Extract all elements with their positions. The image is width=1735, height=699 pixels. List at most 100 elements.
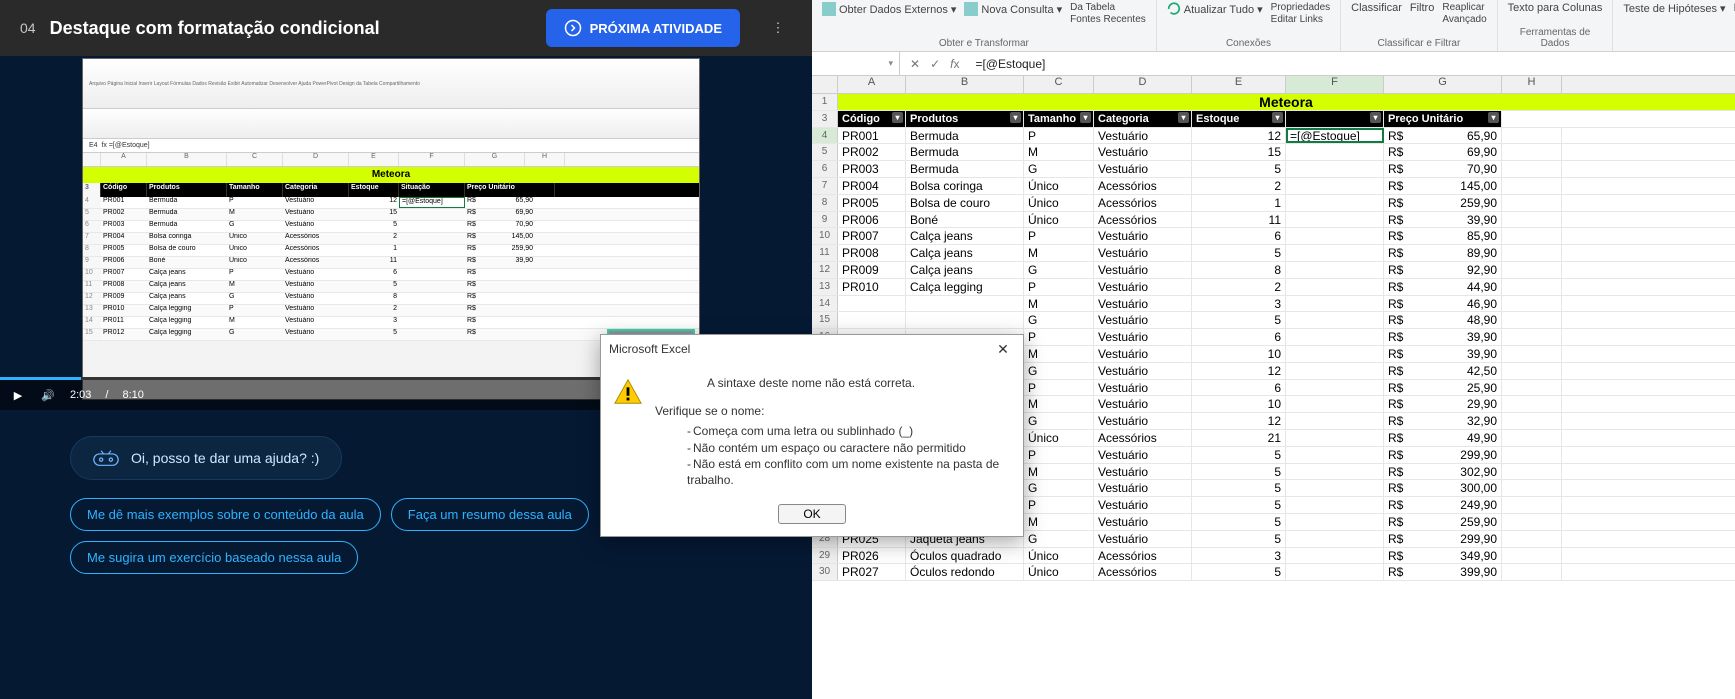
editing-cell[interactable]: =[@Estoque]: [1286, 128, 1384, 144]
th-tamanho[interactable]: Tamanho: [1024, 111, 1094, 127]
more-options-button[interactable]: ⋮: [764, 14, 792, 42]
name-box[interactable]: [812, 52, 900, 75]
title-row: 1 Meteora: [812, 94, 1735, 111]
suggestion-chips: Me dê mais exemplos sobre o conteúdo da …: [70, 498, 670, 574]
table-row: 11PR008Calça jeansMVestuário5R$89,90: [812, 245, 1735, 262]
thumb-formula-bar: E4 fx =[@Estoque]: [83, 139, 699, 153]
btn-reaplicar[interactable]: Reaplicar: [1442, 2, 1486, 13]
time-sep: /: [105, 389, 108, 401]
table-row: 12PR009Calça jeansGVestuário8R$92,90: [812, 262, 1735, 279]
fx-icon[interactable]: fx: [950, 57, 959, 71]
next-activity-button[interactable]: PRÓXIMA ATIVIDADE: [546, 9, 740, 47]
btn-classificar[interactable]: Classificar: [1351, 2, 1402, 14]
table-row: 8PR005Bolsa de couroÚnicoAcessórios1R$25…: [812, 195, 1735, 212]
thumb-thead: 3 Código Produtos Tamanho Categoria Esto…: [83, 183, 699, 197]
dialog-close-button[interactable]: ✕: [991, 341, 1015, 358]
btn-teste-hipoteses[interactable]: Teste de Hipóteses ▾: [1623, 2, 1725, 15]
arrow-right-circle-icon: [564, 19, 582, 37]
btn-fontes-recentes[interactable]: Fontes Recentes: [1070, 14, 1146, 25]
th-codigo[interactable]: Código: [838, 111, 906, 127]
btn-nova-consulta[interactable]: Nova Consulta ▾: [964, 2, 1062, 16]
chip-exercise[interactable]: Me sugira um exercício baseado nessa aul…: [70, 541, 358, 574]
dialog-body: A sintaxe deste nome não está correta. V…: [601, 363, 1023, 498]
th-estoque[interactable]: Estoque: [1192, 111, 1286, 127]
chip-summary[interactable]: Faça um resumo dessa aula: [391, 498, 589, 531]
table-row: 9PR006BonéÚnicoAcessórios11R$39,90: [812, 212, 1735, 229]
thumb-title: Meteora: [83, 167, 699, 183]
dialog-ok-button[interactable]: OK: [778, 504, 845, 524]
btn-filtro[interactable]: Filtro: [1410, 2, 1434, 14]
col-E[interactable]: E: [1192, 76, 1286, 93]
ribbon-group-conexoes: Atualizar Tudo ▾ Propriedades Editar Lin…: [1157, 0, 1341, 51]
btn-avancado[interactable]: Avançado: [1442, 14, 1486, 25]
table-row: 15GVestuário5R$48,90: [812, 312, 1735, 329]
dialog-footer: OK: [601, 498, 1023, 536]
lesson-title: Destaque com formatação condicional: [50, 18, 380, 39]
ribbon-label: Obter e Transformar: [822, 38, 1146, 49]
chat-prompt[interactable]: Oi, posso te dar uma ajuda? :): [70, 436, 342, 480]
dialog-titlebar: Microsoft Excel ✕: [601, 335, 1023, 363]
dialog-title-text: Microsoft Excel: [609, 342, 690, 356]
ribbon-label: Conexões: [1167, 38, 1330, 49]
chip-examples[interactable]: Me dê mais exemplos sobre o conteúdo da …: [70, 498, 381, 531]
col-A[interactable]: A: [838, 76, 906, 93]
table-row: 30PR027Óculos redondoÚnicoAcessórios5R$3…: [812, 564, 1735, 581]
dialog-bullets: Começa com uma letra ou sublinhado (_) N…: [687, 423, 1007, 488]
chat-bot-icon: [93, 449, 119, 467]
fx-buttons: ✕ ✓ fx: [900, 57, 969, 71]
lesson-header: 04 Destaque com formatação condicional P…: [0, 0, 812, 56]
btn-obter-dados[interactable]: Obter Dados Externos ▾: [822, 2, 956, 16]
dialog-msg2: Verifique se o nome:: [655, 403, 1007, 419]
thumb-rows: 4PR001BermudaPVestuário12=[@Estoque]R$65…: [83, 197, 699, 341]
table-row: 5PR002BermudaMVestuário15R$69,90: [812, 144, 1735, 161]
table-title[interactable]: Meteora: [838, 94, 1735, 110]
ribbon-group-teste: Teste de Hipóteses ▾ Prev: [1613, 0, 1735, 51]
column-headers: A B C D E F G H: [812, 76, 1735, 94]
select-all-corner[interactable]: [812, 76, 838, 93]
th-produtos[interactable]: Produtos: [906, 111, 1024, 127]
btn-atualizar[interactable]: Atualizar Tudo ▾: [1167, 2, 1263, 16]
lesson-number: 04: [20, 20, 36, 36]
ribbon-group-classificar: Classificar Filtro Reaplicar Avançado Cl…: [1341, 0, 1497, 51]
col-B[interactable]: B: [906, 76, 1024, 93]
table-row: 6PR003BermudaGVestuário5R$70,90: [812, 161, 1735, 178]
ribbon-label: Classificar e Filtrar: [1351, 38, 1486, 49]
thumb-ribbon-icons: [83, 109, 699, 139]
formula-input[interactable]: =[@Estoque]: [969, 57, 1735, 71]
table-row: 7PR004Bolsa coringaÚnicoAcessórios2R$145…: [812, 178, 1735, 195]
col-G[interactable]: G: [1384, 76, 1502, 93]
btn-editar-links[interactable]: Editar Links: [1271, 14, 1330, 25]
excel-ribbon: Obter Dados Externos ▾ Nova Consulta ▾ D…: [812, 0, 1735, 52]
th-categoria[interactable]: Categoria: [1094, 111, 1192, 127]
btn-propriedades[interactable]: Propriedades: [1271, 2, 1330, 13]
btn-texto-colunas[interactable]: Texto para Colunas: [1508, 2, 1603, 14]
dialog-msg1: A sintaxe deste nome não está correta.: [615, 375, 1007, 391]
thumb-ribbon: Arquivo Página Inicial Inserir Layout Fó…: [83, 59, 699, 109]
table-row: 29PR026Óculos quadradoÚnicoAcessórios3R$…: [812, 548, 1735, 565]
fx-cancel-icon[interactable]: ✕: [910, 57, 920, 71]
volume-button[interactable]: 🔊: [40, 387, 56, 403]
time-total: 8:10: [122, 389, 143, 401]
table-row: 14MVestuário3R$46,90: [812, 296, 1735, 313]
play-button[interactable]: ▶: [10, 387, 26, 403]
dialog-bullet: Não contém um espaço ou caractere não pe…: [687, 440, 1007, 456]
warning-icon: [613, 377, 643, 407]
col-H[interactable]: H: [1502, 76, 1562, 93]
table-row: 10PR007Calça jeansPVestuário6R$85,90: [812, 228, 1735, 245]
col-D[interactable]: D: [1094, 76, 1192, 93]
btn-da-tabela[interactable]: Da Tabela: [1070, 2, 1146, 13]
chat-prompt-text: Oi, posso te dar uma ajuda? :): [131, 450, 319, 466]
th-preco[interactable]: Preço Unitário: [1384, 111, 1502, 127]
error-dialog: Microsoft Excel ✕ A sintaxe deste nome n…: [600, 334, 1024, 537]
th-col-f[interactable]: [1286, 111, 1384, 127]
ribbon-group-obter: Obter Dados Externos ▾ Nova Consulta ▾ D…: [812, 0, 1157, 51]
col-C[interactable]: C: [1024, 76, 1094, 93]
table-row: 4PR001BermudaPVestuário12=[@Estoque]R$65…: [812, 128, 1735, 145]
thumb-col-head: ABCDEFGH: [83, 153, 699, 167]
formula-bar: ✕ ✓ fx =[@Estoque]: [812, 52, 1735, 76]
col-F[interactable]: F: [1286, 76, 1384, 93]
ribbon-group-ferramentas: Texto para Colunas Ferramentas de Dados: [1498, 0, 1614, 51]
fx-accept-icon[interactable]: ✓: [930, 57, 940, 71]
table-header-row: 3 Código Produtos Tamanho Categoria Esto…: [812, 111, 1735, 128]
dialog-bullet: Começa com uma letra ou sublinhado (_): [687, 423, 1007, 439]
